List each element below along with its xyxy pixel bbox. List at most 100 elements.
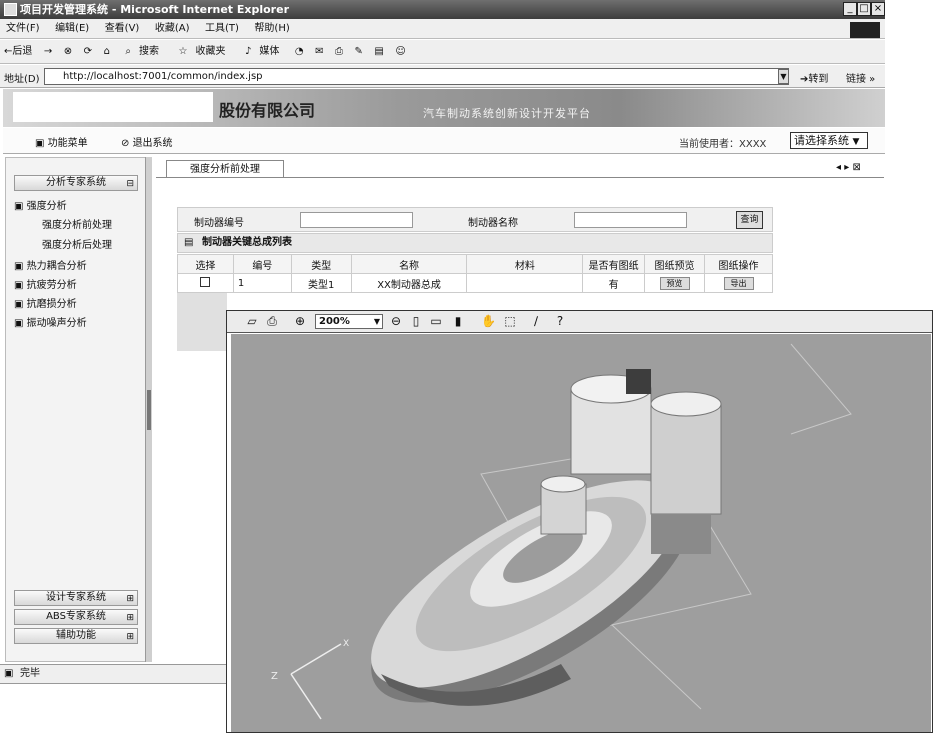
status-text: 完毕 bbox=[20, 668, 40, 679]
expand-icon[interactable]: ⊞ bbox=[126, 611, 134, 625]
edit-icon[interactable]: ✎ bbox=[351, 40, 367, 64]
section-label: ABS专家系统 bbox=[46, 611, 106, 622]
table-footer-shade bbox=[177, 293, 227, 351]
media-icon: ♪ bbox=[245, 46, 252, 57]
tab-strength-pre[interactable]: 强度分析前处理 bbox=[166, 160, 284, 178]
sidebar-section-design[interactable]: 设计专家系统 ⊞ bbox=[14, 590, 138, 606]
stop-icon[interactable]: ⊗ bbox=[60, 40, 76, 64]
sidebar-item-thermal[interactable]: ▣ 热力耦合分析 bbox=[14, 257, 87, 272]
expand-icon[interactable]: ⊞ bbox=[126, 592, 134, 606]
row-checkbox[interactable] bbox=[200, 276, 211, 287]
address-label: 地址(D) bbox=[4, 74, 40, 85]
favorites-button[interactable]: ☆ 收藏夹 bbox=[171, 40, 234, 64]
tab-nav-controls: ◂ ▸ ⊠ bbox=[836, 162, 861, 173]
favorites-label: 收藏夹 bbox=[195, 46, 226, 57]
current-user: 当前使用者：XXXX bbox=[679, 139, 767, 150]
fit-page-icon[interactable]: ▯ bbox=[409, 314, 423, 328]
col-id: 编号 bbox=[232, 254, 292, 274]
sidebar-section-abs[interactable]: ABS专家系统 ⊞ bbox=[14, 609, 138, 625]
home-icon[interactable]: ⌂ bbox=[100, 40, 114, 64]
pan-hand-icon[interactable]: ✋ bbox=[481, 314, 496, 328]
menu-tools[interactable]: 工具(T) bbox=[199, 19, 245, 39]
logout-label: 退出系统 bbox=[132, 138, 173, 149]
media-button[interactable]: ♪ 媒体 bbox=[237, 40, 287, 64]
sidebar-item-strength[interactable]: ▣ 强度分析 bbox=[14, 197, 67, 212]
links-button[interactable]: 链接 » bbox=[846, 70, 875, 85]
tab-next-icon[interactable]: ▸ bbox=[844, 162, 849, 173]
sidebar-section-analysis[interactable]: 分析专家系统 ⊟ bbox=[14, 175, 138, 191]
app-toolbar: ▣ 功能菜单 ⊘ 退出系统 当前使用者：XXXX 请选择系统 ▼ bbox=[3, 128, 885, 154]
function-menu-label: 功能菜单 bbox=[47, 138, 88, 149]
brake-name-label: 制动器名称 bbox=[468, 218, 518, 229]
history-icon[interactable]: ◔ bbox=[291, 40, 308, 64]
3d-viewport[interactable]: X Z bbox=[231, 334, 931, 732]
logout-icon: ⊘ bbox=[121, 138, 133, 149]
row-id: 1 bbox=[232, 273, 292, 293]
row-has-drawing: 有 bbox=[582, 273, 646, 293]
print-icon[interactable]: ⎙ bbox=[331, 40, 347, 64]
refresh-icon[interactable]: ⟳ bbox=[80, 40, 96, 64]
status-bar: ▣ 完毕 bbox=[0, 664, 226, 684]
sidebar-item-strength-post[interactable]: 强度分析后处理 bbox=[42, 236, 112, 251]
zoom-value: 200% bbox=[319, 316, 350, 327]
open-icon[interactable]: ▱ bbox=[245, 314, 259, 328]
zoom-in-icon[interactable]: ⊕ bbox=[293, 314, 307, 328]
zoom-select[interactable]: 200% ▼ bbox=[315, 314, 383, 329]
list-title: ▤ 制动器关键总成列表 bbox=[177, 233, 773, 253]
col-has-drawing: 是否有图纸 bbox=[582, 254, 646, 274]
sidebar-item-fatigue[interactable]: ▣ 抗疲劳分析 bbox=[14, 276, 77, 291]
menu-view[interactable]: 查看(V) bbox=[99, 19, 146, 39]
brake-no-input[interactable] bbox=[300, 212, 413, 228]
sidebar-item-strength-pre[interactable]: 强度分析前处理 bbox=[42, 216, 112, 231]
brake-name-input[interactable] bbox=[574, 212, 687, 228]
menu-help[interactable]: 帮助(H) bbox=[248, 19, 295, 39]
messenger-icon[interactable]: ☺ bbox=[391, 40, 409, 64]
back-button[interactable]: ←后退 bbox=[0, 40, 36, 64]
company-logo-area bbox=[13, 92, 213, 122]
select-box-icon[interactable]: ⬚ bbox=[503, 314, 517, 328]
sidebar-section-aux[interactable]: 辅助功能 ⊞ bbox=[14, 628, 138, 644]
query-button[interactable]: 查询 bbox=[736, 211, 763, 229]
folder-icon: ▣ bbox=[14, 318, 27, 329]
media-label: 媒体 bbox=[259, 46, 280, 57]
expand-icon[interactable]: ⊞ bbox=[126, 630, 134, 644]
window-title-bar: 项目开发管理系统 - Microsoft Internet Explorer bbox=[0, 0, 885, 19]
logout-button[interactable]: ⊘ 退出系统 bbox=[121, 134, 173, 149]
system-select[interactable]: 请选择系统 ▼ bbox=[790, 132, 868, 149]
forward-button[interactable]: → bbox=[40, 40, 56, 64]
row-operation-cell: 导出 bbox=[704, 273, 773, 293]
minimize-button[interactable]: _ bbox=[843, 2, 857, 16]
menu-file[interactable]: 文件(F) bbox=[0, 19, 46, 39]
function-menu-button[interactable]: ▣ 功能菜单 bbox=[35, 134, 88, 149]
measure-icon[interactable]: ∕ bbox=[529, 314, 543, 328]
sidebar-item-label: 振动噪声分析 bbox=[26, 318, 87, 329]
search-button[interactable]: ⌕ 搜索 bbox=[117, 40, 167, 64]
menu-edit[interactable]: 编辑(E) bbox=[49, 19, 95, 39]
folder-icon: ▣ bbox=[14, 299, 27, 310]
collapse-icon[interactable]: ⊟ bbox=[126, 177, 134, 191]
sidebar-item-wear[interactable]: ▣ 抗磨损分析 bbox=[14, 295, 77, 310]
close-button[interactable]: × bbox=[871, 2, 885, 16]
table-header-row: 选择 编号 类型 名称 材料 是否有图纸 图纸预览 图纸操作 bbox=[177, 254, 773, 274]
menu-favorites[interactable]: 收藏(A) bbox=[149, 19, 196, 39]
splitter-handle[interactable] bbox=[147, 390, 151, 430]
fit-width-icon[interactable]: ▭ bbox=[429, 314, 443, 328]
tab-prev-icon[interactable]: ◂ bbox=[836, 162, 841, 173]
maximize-button[interactable]: □ bbox=[857, 2, 871, 16]
section-label: 分析专家系统 bbox=[46, 177, 106, 188]
export-button[interactable]: 导出 bbox=[723, 276, 754, 290]
help-icon[interactable]: ? bbox=[553, 314, 567, 328]
discuss-icon[interactable]: ▤ bbox=[370, 40, 387, 64]
fit-window-icon[interactable]: ▮ bbox=[451, 314, 465, 328]
address-input[interactable]: http://localhost:7001/common/index.jsp bbox=[44, 68, 789, 85]
address-dropdown-icon[interactable]: ▼ bbox=[778, 69, 789, 84]
windows-logo-icon bbox=[850, 22, 880, 38]
mail-icon[interactable]: ✉ bbox=[311, 40, 327, 64]
sidebar-item-vibration[interactable]: ▣ 振动噪声分析 bbox=[14, 314, 87, 329]
zoom-out-icon[interactable]: ⊖ bbox=[389, 314, 403, 328]
go-button[interactable]: ➔转到 bbox=[800, 70, 828, 85]
preview-button[interactable]: 预览 bbox=[659, 276, 690, 290]
section-label: 设计专家系统 bbox=[46, 592, 106, 603]
tab-close-icon[interactable]: ⊠ bbox=[852, 162, 860, 173]
print-icon[interactable]: ⎙ bbox=[265, 314, 279, 328]
